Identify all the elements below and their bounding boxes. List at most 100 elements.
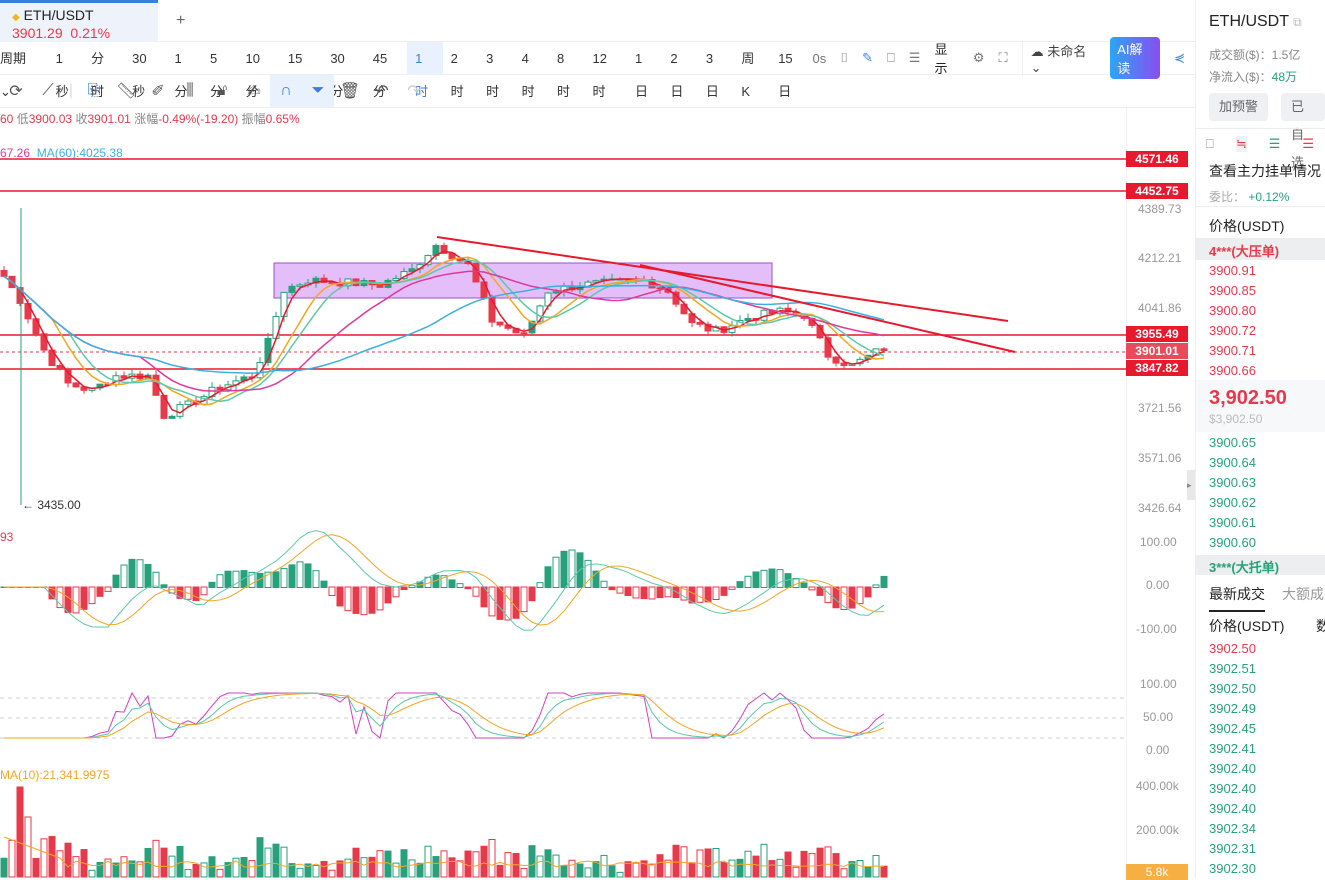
- depth-view-tabs: ⎕ ≒ ☰ ☰: [1206, 136, 1314, 152]
- candle-body: [0, 269, 8, 277]
- favorited-button[interactable]: 已自选: [1281, 93, 1325, 170]
- macd-bar: [712, 586, 720, 601]
- depth-mode-icon[interactable]: ⎕: [1206, 136, 1214, 152]
- order-ratio: 委比： +0.12%: [1209, 190, 1290, 204]
- trade-price-header: 价格(USDT): [1209, 618, 1285, 634]
- volume-bar: [728, 859, 736, 878]
- volume-bar: [192, 863, 200, 878]
- candlestick-chart[interactable]: [0, 0, 1195, 878]
- low-marker: ← 3435.00: [22, 498, 81, 512]
- macd-bar: [616, 586, 624, 594]
- volume-bar: [472, 851, 480, 878]
- candle-body: [880, 348, 888, 351]
- order-row[interactable]: 3900.61: [1209, 515, 1256, 530]
- tab-latest-trades[interactable]: 最新成交: [1209, 584, 1265, 612]
- order-row[interactable]: 3900.80: [1209, 303, 1256, 318]
- order-row[interactable]: 3900.85: [1209, 283, 1256, 298]
- volume-bar: [648, 863, 656, 878]
- macd-bar: [128, 558, 136, 588]
- macd-bar: [64, 586, 72, 613]
- trade-row: 3902.51: [1209, 661, 1256, 676]
- volume-bar: [416, 862, 424, 878]
- macd-bar: [776, 569, 784, 589]
- macd-bar: [872, 584, 880, 588]
- macd-bar: [160, 584, 168, 588]
- trade-row: 3902.45: [1209, 721, 1256, 736]
- macd-bar: [760, 569, 768, 588]
- volume-bar: [16, 786, 24, 878]
- volume-bar: [488, 839, 496, 878]
- macd-bar: [192, 586, 200, 601]
- macd-bar: [280, 567, 288, 588]
- tab-large-trades[interactable]: 大额成交: [1282, 584, 1325, 604]
- axis-label: 4041.86: [1138, 301, 1182, 315]
- volume-bar: [776, 858, 784, 878]
- macd-bar: [496, 586, 504, 620]
- trade-row: 3902.31: [1209, 841, 1256, 856]
- volume-bar: [272, 843, 280, 878]
- collapse-panel-handle[interactable]: ▸: [1187, 470, 1195, 500]
- volume-bar: [408, 859, 416, 878]
- macd-bar: [752, 571, 760, 588]
- order-row[interactable]: 3900.71: [1209, 343, 1256, 358]
- macd-bar: [768, 568, 776, 588]
- volume-bar: [808, 853, 816, 878]
- volume-bar: [584, 867, 592, 878]
- macd-bar: [736, 581, 744, 589]
- axis-label: 200.00k: [1136, 823, 1179, 837]
- macd-bar: [800, 582, 808, 588]
- volume-bar: [448, 857, 456, 878]
- volume-bar: [496, 864, 504, 878]
- macd-bar: [632, 586, 640, 599]
- order-row[interactable]: 3900.63: [1209, 475, 1256, 490]
- order-row[interactable]: 3900.91: [1209, 263, 1256, 278]
- macd-bar: [352, 586, 360, 614]
- macd-bar: [536, 582, 544, 588]
- macd-bar: [360, 586, 368, 616]
- macd-bar: [288, 564, 296, 588]
- volume-bar: [160, 847, 168, 878]
- macd-bar: [856, 586, 864, 605]
- volume-bar: [8, 839, 16, 878]
- copy-icon[interactable]: ⧉: [1293, 15, 1302, 29]
- depth-bids-icon[interactable]: ☰: [1269, 136, 1281, 152]
- price-axis[interactable]: [1126, 108, 1195, 878]
- macd-bar: [224, 570, 232, 589]
- order-row[interactable]: 3900.72: [1209, 323, 1256, 338]
- candle-body: [288, 285, 296, 293]
- order-row[interactable]: 3900.62: [1209, 495, 1256, 510]
- volume-bar: [200, 862, 208, 878]
- volume-ma-label: MA(10):21,341.9975: [0, 768, 110, 782]
- order-row[interactable]: 3900.60: [1209, 535, 1256, 550]
- turnover: 成交额($)：1.5亿: [1209, 48, 1301, 62]
- volume-bar: [792, 866, 800, 878]
- trade-row: 3902.40: [1209, 761, 1256, 776]
- candle-body: [744, 318, 752, 321]
- depth-both-icon[interactable]: ≒: [1235, 136, 1247, 152]
- add-alert-button[interactable]: 加预警: [1209, 93, 1269, 121]
- candle-body: [72, 382, 80, 388]
- depth-title[interactable]: 查看主力挂单情况: [1209, 161, 1321, 181]
- axis-label: 4389.73: [1138, 202, 1182, 216]
- kdj-panel: [0, 691, 1126, 739]
- big-bid-label: 3***(大托单): [1209, 560, 1280, 575]
- volume-bar: [64, 842, 72, 878]
- macd-bar: [696, 586, 704, 603]
- depth-asks-icon[interactable]: ☰: [1302, 136, 1314, 152]
- order-row[interactable]: 3900.65: [1209, 435, 1256, 450]
- macd-bar: [272, 571, 280, 589]
- trade-row: 3902.50: [1209, 641, 1256, 656]
- trade-row: 3902.41: [1209, 741, 1256, 756]
- macd-bar: [832, 586, 840, 609]
- order-row[interactable]: 3900.64: [1209, 455, 1256, 470]
- volume-bar: [216, 868, 224, 878]
- macd-bar: [336, 586, 344, 607]
- volume-bar: [400, 849, 408, 878]
- panel-symbol-text: ETH/USDT: [1209, 13, 1289, 30]
- axis-label: -100.00: [1136, 622, 1177, 636]
- order-row[interactable]: 3900.66: [1209, 363, 1256, 378]
- volume-bar: [280, 846, 288, 878]
- trade-row: 3902.40: [1209, 781, 1256, 796]
- candle-body: [64, 368, 72, 384]
- price-header: 价格(USDT): [1209, 218, 1285, 234]
